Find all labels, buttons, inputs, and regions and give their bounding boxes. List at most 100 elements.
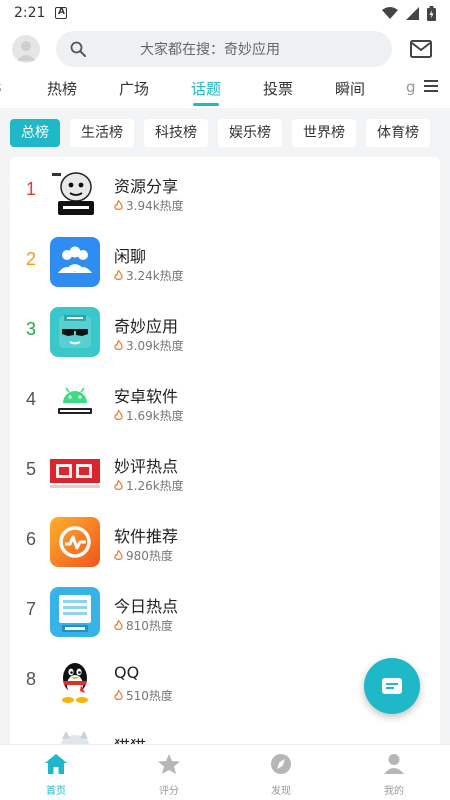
tab-offscreen-left[interactable]: s	[0, 78, 2, 96]
signal-icon	[406, 6, 419, 20]
android-icon	[50, 377, 100, 427]
compose-button[interactable]	[364, 658, 420, 714]
nav-profile[interactable]: 我的	[364, 753, 424, 797]
nav-rating[interactable]: 评分	[139, 753, 199, 797]
nav-home-label: 首页	[46, 786, 66, 797]
nav-rating-label: 评分	[159, 786, 179, 797]
topic-name: 闲聊	[114, 247, 147, 266]
list-item[interactable]: 7 今日热点 810热度	[10, 577, 440, 647]
flame-icon	[114, 340, 123, 350]
battery-icon	[427, 5, 436, 21]
chat-group-icon	[50, 237, 100, 287]
topic-name: QQ	[114, 663, 140, 682]
topic-heat-value: 510热度	[126, 689, 173, 703]
topic-heat: 3.94k热度	[114, 197, 184, 214]
topic-heat: 810热度	[114, 617, 173, 634]
flame-icon	[114, 200, 123, 210]
topic-heat-value: 3.94k热度	[126, 199, 184, 213]
hot-news-icon	[50, 447, 100, 497]
menu-icon[interactable]	[424, 80, 438, 92]
list-item[interactable]: 4 安卓软件 1.69k热度	[10, 367, 440, 437]
notification-a-icon: A	[55, 7, 68, 19]
qq-penguin-icon	[50, 657, 100, 707]
topic-heat: 980热度	[114, 547, 173, 564]
topic-heat: 3.09k热度	[114, 337, 184, 354]
chip-overall[interactable]: 总榜	[10, 119, 60, 147]
chip-sports[interactable]: 体育榜	[366, 119, 430, 147]
topic-heat-value: 1.69k热度	[126, 409, 184, 423]
flame-icon	[114, 550, 123, 560]
rank-number: 8	[25, 669, 36, 689]
topic-heat: 510热度	[114, 687, 173, 704]
tab-topics[interactable]: 话题	[191, 78, 221, 99]
nav-home[interactable]: 首页	[26, 753, 86, 797]
topic-name: 妙评热点	[114, 457, 179, 476]
compose-icon	[382, 678, 402, 694]
home-icon	[45, 754, 67, 774]
nav-profile-label: 我的	[384, 786, 404, 797]
topic-heat: 3.24k热度	[114, 267, 184, 284]
status-bar: 2:21 A	[0, 0, 450, 26]
chip-entertainment[interactable]: 娱乐榜	[218, 119, 282, 147]
topic-heat-value: 3.24k热度	[126, 269, 184, 283]
mail-button[interactable]	[408, 36, 434, 62]
tab-vote[interactable]: 投票	[263, 78, 293, 99]
topic-name: 安卓软件	[114, 387, 179, 406]
active-tab-indicator	[193, 103, 219, 106]
user-avatar[interactable]	[12, 35, 40, 63]
top-tabs: s 热榜 广场 话题 投票 瞬间 g	[0, 72, 450, 108]
search-icon	[70, 41, 86, 57]
list-item[interactable]: 3 奇妙应用 3.09k热度	[10, 297, 440, 367]
wifi-icon	[382, 6, 398, 19]
top-bar: 大家都在搜：奇妙应用	[0, 26, 450, 72]
flame-icon	[114, 690, 123, 700]
list-item[interactable]: 5 妙评热点 1.26k热度	[10, 437, 440, 507]
nav-discover-label: 发现	[271, 786, 291, 797]
rank-number: 7	[25, 599, 36, 619]
rank-number: 1	[25, 179, 36, 199]
topic-heat: 1.26k热度	[114, 477, 184, 494]
search-placeholder: 大家都在搜：奇妙应用	[140, 42, 280, 58]
tab-hot[interactable]: 热榜	[47, 78, 77, 99]
mail-icon	[410, 40, 432, 58]
chip-world[interactable]: 世界榜	[292, 119, 356, 147]
flame-icon	[114, 270, 123, 280]
topic-name: 资源分享	[114, 177, 179, 196]
rank-number: 3	[25, 319, 36, 339]
search-input[interactable]: 大家都在搜：奇妙应用	[56, 31, 392, 67]
topic-name: 奇妙应用	[114, 317, 179, 336]
rank-number: 5	[25, 459, 36, 479]
topic-name: 软件推荐	[114, 527, 179, 546]
topic-name: 今日热点	[114, 597, 179, 616]
tab-offscreen-right[interactable]: g	[406, 78, 416, 96]
status-time: 2:21	[14, 5, 46, 21]
topic-heat-value: 980热度	[126, 549, 173, 563]
flame-icon	[114, 620, 123, 630]
rank-number: 2	[25, 249, 36, 269]
category-chips: 总榜 生活榜 科技榜 娱乐榜 世界榜 体育榜	[0, 108, 450, 158]
chip-tech[interactable]: 科技榜	[144, 119, 208, 147]
chip-life[interactable]: 生活榜	[70, 119, 134, 147]
tab-moments[interactable]: 瞬间	[335, 78, 365, 99]
list-item[interactable]: 1 资源分享 3.94k热度	[10, 157, 440, 227]
software-recommend-icon	[50, 517, 100, 567]
meme-avatar-icon	[50, 167, 100, 217]
profile-icon	[384, 754, 404, 774]
news-icon	[50, 587, 100, 637]
topic-heat-value: 810热度	[126, 619, 173, 633]
topic-heat-value: 1.26k热度	[126, 479, 184, 493]
user-avatar-icon	[16, 41, 36, 61]
topic-heat-value: 3.09k热度	[126, 339, 184, 353]
list-item[interactable]: 6 软件推荐 980热度	[10, 507, 440, 577]
flame-icon	[114, 410, 123, 420]
tab-square[interactable]: 广场	[119, 78, 149, 99]
rank-number: 4	[25, 389, 36, 409]
bottom-nav: 首页 评分 发现 我的	[0, 744, 450, 800]
rank-number: 6	[25, 529, 36, 549]
nav-discover[interactable]: 发现	[251, 753, 311, 797]
flame-icon	[114, 480, 123, 490]
list-item[interactable]: 2 闲聊 3.24k热度	[10, 227, 440, 297]
topic-heat: 1.69k热度	[114, 407, 184, 424]
magic-cool-icon	[50, 307, 100, 357]
rating-star-icon	[158, 754, 180, 774]
